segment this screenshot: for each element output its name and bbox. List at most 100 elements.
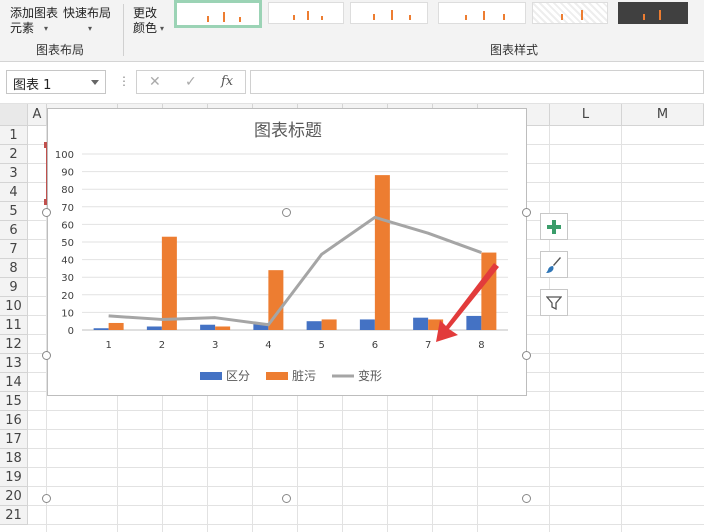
legend-label: 脏污 [292,368,316,383]
gridline [28,410,704,411]
resize-handle[interactable] [522,351,531,360]
change-colors-dropdown-icon[interactable]: ▾ [160,24,164,33]
row-header-16[interactable]: 16 [0,411,28,430]
change-colors-button[interactable]: 更改 颜色 [133,6,157,36]
row-header-7[interactable]: 7 [0,240,28,259]
row-header-2[interactable]: 2 [0,145,28,164]
y-tick-label: 50 [61,238,74,249]
legend-label: 区分 [226,369,250,383]
group-label-chart-styles: 图表样式 [490,43,539,57]
gridline [28,467,704,468]
row-header-21[interactable]: 21 [0,506,28,525]
formula-input[interactable] [250,70,704,94]
chart-style-1[interactable] [174,0,262,28]
x-tick-label: 8 [478,340,484,351]
chart-title: 图表标题 [254,121,322,141]
chart-style-5[interactable] [532,2,608,24]
row-header-13[interactable]: 13 [0,354,28,373]
row-header-3[interactable]: 3 [0,164,28,183]
select-all-corner[interactable] [0,104,28,126]
column-header-l[interactable]: L [550,104,622,126]
filter-icon [546,295,562,310]
add-element-dropdown-icon[interactable]: ▾ [44,24,48,33]
resize-handle[interactable] [42,351,51,360]
row-header-4[interactable]: 4 [0,183,28,202]
y-tick-label: 30 [61,273,74,284]
row-header-11[interactable]: 11 [0,316,28,335]
add-chart-element-button[interactable]: 添加图表 元素 [10,6,58,36]
chart-style-2[interactable] [268,2,344,24]
legend-swatch [266,372,288,380]
chart-style-4[interactable] [438,2,526,24]
row-header-1[interactable]: 1 [0,126,28,145]
row-header-8[interactable]: 8 [0,259,28,278]
resize-handle[interactable] [42,208,51,217]
plus-icon [547,219,561,234]
row-header-12[interactable]: 12 [0,335,28,354]
y-tick-label: 10 [61,308,74,319]
cancel-icon[interactable]: ✕ [149,74,161,90]
more-icon[interactable]: ⋮ [118,74,130,88]
chart-style-3[interactable] [350,2,428,24]
gridline [28,486,704,487]
chart-styles-button[interactable] [540,251,568,278]
quick-layout-dropdown-icon[interactable]: ▾ [88,24,92,33]
y-tick-label: 20 [61,291,74,302]
row-header-20[interactable]: 20 [0,487,28,506]
row-header-18[interactable]: 18 [0,449,28,468]
x-tick-label: 3 [212,340,218,351]
row-header-14[interactable]: 14 [0,373,28,392]
insert-function-icon[interactable]: fx [221,74,233,89]
y-tick-label: 0 [68,326,74,337]
bar-区分 [466,315,482,330]
chart-style-6[interactable] [618,2,688,24]
y-tick-label: 100 [55,150,74,161]
y-tick-label: 70 [61,203,74,214]
bar-脏污 [161,236,177,330]
row-header-17[interactable]: 17 [0,430,28,449]
chart-elements-button[interactable] [540,213,568,240]
bar-区分 [306,321,322,330]
quick-layout-button[interactable]: 快速布局 [63,6,111,21]
ribbon: 添加图表 元素 快速布局 ▾ ▾ 图表布局 更改 颜色 ▾ 图表样式 [0,0,704,62]
column-header-m[interactable]: M [622,104,704,126]
group-label-chart-layout: 图表布局 [36,43,85,57]
x-tick-label: 4 [265,340,271,351]
name-box-value: 图表 1 [13,78,52,93]
chevron-down-icon[interactable] [91,80,99,85]
gridline [28,429,704,430]
y-tick-label: 90 [61,168,74,179]
x-tick-label: 5 [318,340,324,351]
resize-handle[interactable] [282,494,291,503]
bar-区分 [93,328,109,330]
row-header-19[interactable]: 19 [0,468,28,487]
ribbon-separator [123,4,124,56]
gridline [28,524,704,525]
x-tick-label: 7 [425,340,431,351]
row-header-6[interactable]: 6 [0,221,28,240]
x-tick-label: 1 [105,340,111,351]
row-header-5[interactable]: 5 [0,202,28,221]
legend-swatch [200,372,222,380]
name-box[interactable]: 图表 1 [6,70,106,94]
chart-filters-button[interactable] [540,289,568,316]
formula-bar: 图表 1 ⋮ ✕ ✓ fx [0,62,704,104]
resize-handle[interactable] [522,208,531,217]
bar-脏污 [108,322,124,330]
resize-handle[interactable] [42,494,51,503]
resize-handle[interactable] [282,208,291,217]
enter-icon[interactable]: ✓ [185,74,197,90]
row-header-9[interactable]: 9 [0,278,28,297]
paintbrush-icon [546,256,561,273]
resize-handle[interactable] [522,494,531,503]
y-tick-label: 60 [61,220,74,231]
gridline [549,126,550,532]
column-header-a[interactable]: A [28,104,47,126]
y-tick-label: 40 [61,256,74,267]
chart-object[interactable]: 图表标题 0 10 20 30 40 50 60 70 80 90 100 1 2 3 4 5 6 7 8 区分 脏污 变形 [47,108,527,396]
y-tick-label: 80 [61,185,74,196]
bar-脏污 [215,326,231,330]
bar-脏污 [321,319,337,330]
row-header-10[interactable]: 10 [0,297,28,316]
row-header-15[interactable]: 15 [0,392,28,411]
